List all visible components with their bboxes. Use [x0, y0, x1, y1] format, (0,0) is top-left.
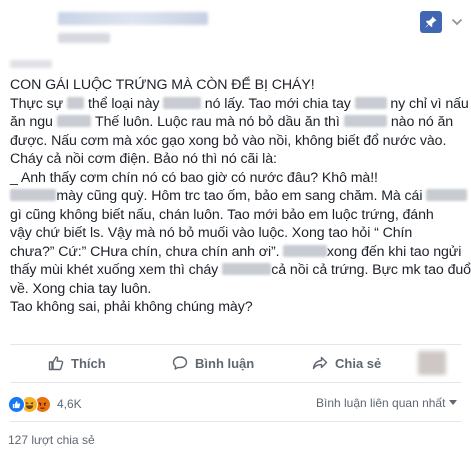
post-text-segment: thấy mùi khét xuống xem thì cháy	[10, 262, 222, 278]
action-bar: Thích Bình luận Chia sẻ	[0, 347, 471, 379]
post-text-segment: vậy chứ biết ls. Vậy mà nó bỏ muối vào l…	[10, 225, 413, 241]
post-text-segment: mày cũng quỳ. Hôm trc tao ốm, bảo em san…	[56, 188, 427, 204]
post-text-segment: Thực sự	[10, 95, 67, 112]
post-text-segment: ăn ngu	[10, 114, 57, 130]
redacted-text	[10, 189, 57, 201]
redacted-text	[283, 244, 327, 257]
pin-button[interactable]	[420, 11, 442, 33]
share-icon	[312, 356, 328, 370]
post-line: Tao không sai, phải không chúng mày?	[10, 298, 466, 317]
post-text-segment: chưa?” Cứ:” CHưa chín, chưa chín anh ơi”…	[10, 243, 284, 260]
author-name-blurred[interactable]	[58, 12, 208, 25]
avatar[interactable]	[418, 351, 446, 375]
pin-icon	[425, 16, 437, 28]
post-line: gì cũng không biết nấu, chán luôn. Tao m…	[10, 206, 466, 225]
post-text-segment: CON GÁI LUỘC TRỨNG MÀ CÒN ĐỂ BỊ CHÁY!	[10, 77, 315, 93]
share-count[interactable]: 127 lượt chia sẻ	[8, 433, 95, 447]
like-button[interactable]: Thích	[48, 347, 106, 379]
post-text-segment: được. Nấu cơm mà xóc gạo xong bỏ vào nồi…	[10, 132, 447, 149]
divider	[10, 382, 461, 383]
post-text-segment: _ Anh thấy cơm chín nó có bao giờ có nướ…	[10, 169, 378, 186]
redacted-text	[343, 115, 388, 127]
comment-label: Bình luận	[195, 355, 255, 371]
redacted-text	[163, 96, 201, 109]
blurred-text	[10, 60, 52, 68]
post-line: CON GÁI LUỘC TRỨNG MÀ CÒN ĐỂ BỊ CHÁY!	[10, 76, 466, 95]
post-line: được. Nấu cơm mà xóc gạo xong bỏ vào nồi…	[10, 132, 466, 151]
post-line: thấy mùi khét xuống xem thì cháy cả nồi …	[10, 261, 471, 280]
post-timestamp-blurred[interactable]	[58, 33, 110, 43]
comments-filter-dropdown[interactable]: Bình luận liên quan nhất	[316, 396, 458, 410]
reactions-summary[interactable]: 4,6K	[8, 395, 82, 413]
chevron-down-icon	[451, 18, 463, 26]
post-line: chưa?” Cứ:” CHưa chín, chưa chín anh ơi”…	[10, 243, 466, 262]
post-text-segment: Thế luôn. Luộc rau mà nó bỏ dầu ăn thì	[91, 114, 344, 130]
post-line: _ Anh thấy cơm chín nó có bao giờ có nướ…	[10, 169, 466, 188]
comments-filter-label: Bình luận liên quan nhất	[316, 396, 446, 410]
post-text-segment: xong đến khi tao ngửi	[326, 243, 462, 260]
post-text-segment: Cháy cả nồi cơm điện. Bảo nó thì nó cãi …	[10, 151, 277, 167]
thumbs-up-icon	[48, 356, 64, 371]
redacted-text	[66, 96, 85, 109]
post-options-button[interactable]	[450, 15, 464, 29]
post-line: Cháy cả nồi cơm điện. Bảo nó thì nó cãi …	[10, 150, 466, 169]
post-text-segment: nào nó ăn	[387, 114, 454, 130]
post-text-segment: nó lấy. Tao mới chia tay	[200, 95, 355, 112]
post-line: về. Xong chia tay luôn.	[10, 280, 466, 299]
divider	[10, 421, 461, 422]
post-body: CON GÁI LUỘC TRỨNG MÀ CÒN ĐỂ BỊ CHÁY! Thự…	[10, 76, 471, 317]
post-line: vậy chứ biết ls. Vậy mà nó bỏ muối vào l…	[10, 224, 466, 243]
post-line: Thực sự thể loại này nó lấy. Tao mới chi…	[10, 95, 469, 114]
post-text-segment: cả nồi cả trứng. Bực mk tao đuổi	[271, 262, 471, 278]
reaction-count: 4,6K	[57, 397, 82, 411]
like-label: Thích	[71, 355, 106, 371]
comment-icon	[172, 356, 188, 370]
share-label: Chia sẻ	[335, 355, 382, 371]
redacted-text	[354, 96, 387, 109]
post-text-segment: gì cũng không biết nấu, chán luôn. Tao m…	[10, 206, 434, 223]
post-line: ăn ngu Thế luôn. Luộc rau mà nó bỏ dầu ă…	[10, 113, 466, 132]
post-text-segment: ny chỉ vì nấu	[386, 95, 469, 112]
divider	[10, 344, 461, 345]
post-line: mày cũng quỳ. Hôm trc tao ốm, bảo em san…	[10, 187, 467, 206]
like-reaction-icon	[8, 395, 25, 413]
post-header	[0, 0, 471, 43]
redacted-text	[426, 189, 467, 201]
share-button[interactable]: Chia sẻ	[312, 347, 381, 379]
redacted-text	[56, 115, 92, 127]
caret-down-icon	[449, 400, 458, 405]
comment-button[interactable]: Bình luận	[172, 347, 254, 379]
redacted-text	[222, 263, 272, 275]
post-text-segment: Tao không sai, phải không chúng mày?	[10, 299, 253, 315]
post-text-segment: về. Xong chia tay luôn.	[10, 280, 152, 297]
post-text-segment: thể loại này	[84, 95, 164, 112]
